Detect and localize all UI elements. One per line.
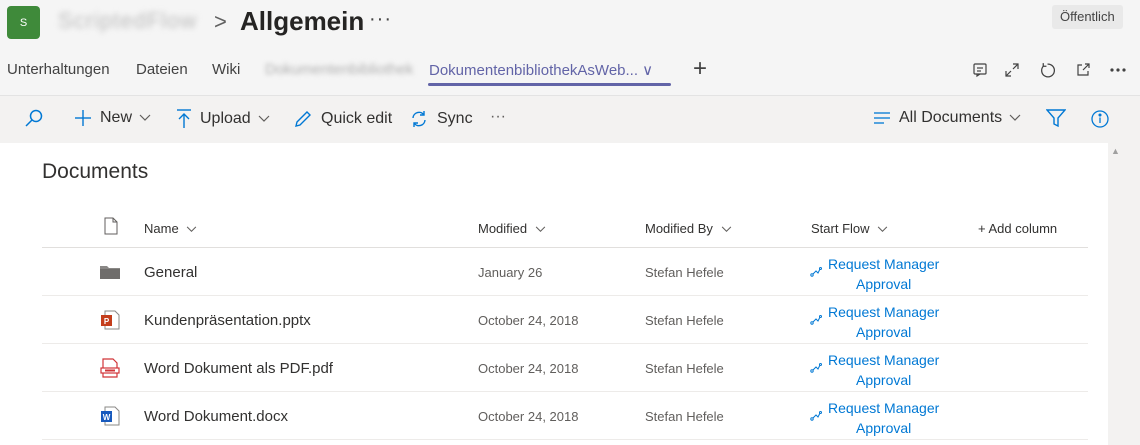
info-icon[interactable] bbox=[1090, 109, 1118, 129]
modified-by[interactable]: Stefan Hefele bbox=[645, 409, 724, 424]
upload-button[interactable]: Upload bbox=[176, 109, 278, 129]
flow-label-line1: Request Manager bbox=[828, 304, 940, 320]
chevron-down-icon bbox=[1009, 114, 1021, 121]
start-flow-link[interactable]: Request Manager Approval bbox=[810, 398, 939, 438]
column-name[interactable]: Name bbox=[144, 221, 197, 236]
table-row[interactable]: P Kundenpräsentation.pptx October 24, 20… bbox=[42, 296, 1088, 344]
start-flow-link[interactable]: Request Manager Approval bbox=[810, 254, 939, 294]
document-library: Documents Name Modified Modified By Star… bbox=[0, 143, 1108, 445]
popout-icon[interactable] bbox=[1073, 60, 1093, 80]
svg-text:P: P bbox=[104, 317, 110, 326]
modified-date: October 24, 2018 bbox=[478, 409, 579, 424]
channel-more-button[interactable]: ··· bbox=[369, 8, 392, 31]
svg-text:W: W bbox=[103, 413, 111, 422]
team-avatar[interactable]: S bbox=[7, 6, 40, 39]
tab-dokumentenbibliothek[interactable]: Dokumentenbibliothek bbox=[265, 61, 413, 78]
column-modified[interactable]: Modified bbox=[478, 221, 546, 236]
chevron-down-icon bbox=[258, 115, 270, 122]
column-start-flow-label: Start Flow bbox=[811, 221, 870, 236]
pdf-file-icon bbox=[100, 358, 120, 378]
more-icon[interactable] bbox=[1108, 60, 1128, 80]
refresh-icon[interactable] bbox=[1037, 60, 1057, 80]
table-row[interactable]: Word Dokument als PDF.pdf October 24, 20… bbox=[42, 344, 1088, 392]
upload-button-label: Upload bbox=[200, 110, 251, 127]
tab-unterhaltungen[interactable]: Unterhaltungen bbox=[7, 61, 110, 78]
tab-dateien[interactable]: Dateien bbox=[136, 61, 188, 78]
add-tab-button[interactable]: + bbox=[693, 55, 707, 83]
quick-edit-button[interactable]: Quick edit bbox=[293, 109, 392, 129]
chevron-down-icon bbox=[535, 226, 546, 232]
scrollbar-up-arrow[interactable]: ▲ bbox=[1111, 146, 1120, 156]
view-selector[interactable]: All Documents bbox=[873, 109, 1029, 127]
chevron-down-icon bbox=[877, 226, 888, 232]
flow-label-line2: Approval bbox=[856, 372, 912, 388]
file-name[interactable]: Word Dokument als PDF.pdf bbox=[144, 360, 333, 377]
modified-by[interactable]: Stefan Hefele bbox=[645, 361, 724, 376]
expand-icon[interactable] bbox=[1002, 60, 1022, 80]
visibility-badge: Öffentlich bbox=[1052, 5, 1123, 29]
modified-by[interactable]: Stefan Hefele bbox=[645, 265, 724, 280]
filter-icon[interactable] bbox=[1046, 109, 1074, 127]
start-flow-link[interactable]: Request Manager Approval bbox=[810, 302, 939, 342]
file-name[interactable]: Word Dokument.docx bbox=[144, 408, 288, 425]
active-tab-indicator bbox=[428, 83, 671, 86]
column-header-row: Name Modified Modified By Start Flow + A… bbox=[42, 206, 1088, 248]
new-button[interactable]: New bbox=[74, 109, 159, 127]
breadcrumb-separator: > bbox=[214, 9, 227, 34]
flow-icon bbox=[810, 363, 822, 373]
table-row[interactable]: General January 26 Stefan Hefele Request… bbox=[42, 248, 1088, 296]
column-modified-label: Modified bbox=[478, 221, 528, 236]
conversation-icon[interactable] bbox=[970, 60, 990, 80]
new-button-label: New bbox=[100, 109, 133, 126]
add-column-button[interactable]: + Add column bbox=[978, 221, 1057, 236]
folder-icon bbox=[100, 266, 120, 279]
file-type-icon[interactable] bbox=[104, 217, 118, 238]
flow-label-line2: Approval bbox=[856, 420, 912, 436]
start-flow-link[interactable]: Request Manager Approval bbox=[810, 350, 939, 390]
flow-icon bbox=[810, 315, 822, 325]
flow-label-line1: Request Manager bbox=[828, 352, 940, 368]
column-start-flow[interactable]: Start Flow bbox=[811, 221, 888, 236]
command-bar: New Upload Quick edit Sync ··· All Docum… bbox=[0, 97, 1140, 143]
view-selector-label: All Documents bbox=[899, 109, 1003, 126]
document-list: Name Modified Modified By Start Flow + A… bbox=[42, 206, 1088, 440]
modified-date: January 26 bbox=[478, 265, 543, 280]
table-row[interactable]: W Word Dokument.docx October 24, 2018 St… bbox=[42, 392, 1088, 440]
tab-bar: Unterhaltungen Dateien Wiki Dokumentenbi… bbox=[0, 44, 1140, 96]
modified-date: October 24, 2018 bbox=[478, 361, 579, 376]
flow-icon bbox=[810, 411, 822, 421]
tab-wiki[interactable]: Wiki bbox=[212, 61, 240, 78]
chevron-down-icon bbox=[139, 114, 151, 121]
flow-label-line1: Request Manager bbox=[828, 400, 940, 416]
channel-title: Allgemein bbox=[240, 6, 365, 36]
chevron-down-icon bbox=[187, 226, 197, 232]
powerpoint-file-icon: P bbox=[101, 310, 120, 330]
flow-label-line2: Approval bbox=[856, 324, 912, 340]
file-name[interactable]: Kundenpräsentation.pptx bbox=[144, 312, 311, 329]
modified-date: October 24, 2018 bbox=[478, 313, 579, 328]
search-icon[interactable] bbox=[24, 108, 52, 128]
modified-by[interactable]: Stefan Hefele bbox=[645, 313, 724, 328]
flow-icon bbox=[810, 267, 822, 277]
sync-button-label: Sync bbox=[437, 110, 473, 127]
column-modified-by-label: Modified By bbox=[645, 221, 713, 236]
tab-dokumentenbibliothekasweb[interactable]: DokumentenbibliothekAsWeb... ∨ bbox=[429, 61, 653, 79]
quick-edit-button-label: Quick edit bbox=[321, 110, 393, 127]
sync-button[interactable]: Sync bbox=[409, 109, 473, 129]
word-file-icon: W bbox=[101, 406, 120, 426]
column-name-label: Name bbox=[144, 221, 179, 236]
chevron-down-icon bbox=[721, 226, 731, 232]
flow-label-line1: Request Manager bbox=[828, 256, 940, 272]
file-name[interactable]: General bbox=[144, 264, 197, 281]
library-title: Documents bbox=[42, 160, 149, 183]
channel-header: S ScriptedFlow > Allgemein ··· Öffentlic… bbox=[0, 0, 1140, 44]
team-name[interactable]: ScriptedFlow bbox=[58, 8, 197, 34]
more-commands-button[interactable]: ··· bbox=[490, 108, 506, 126]
flow-label-line2: Approval bbox=[856, 276, 912, 292]
column-modified-by[interactable]: Modified By bbox=[645, 221, 732, 236]
